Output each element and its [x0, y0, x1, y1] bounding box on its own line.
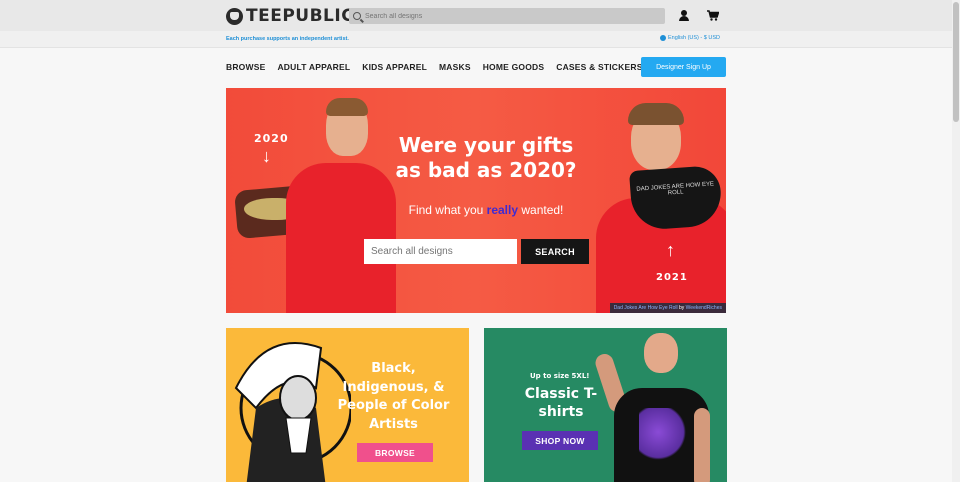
logo[interactable]: TEEPUBLIC	[226, 6, 354, 26]
credit-artist-link[interactable]: WeekendRiches	[686, 305, 722, 311]
page-scrollbar[interactable]	[952, 0, 960, 482]
user-icon[interactable]	[679, 10, 689, 22]
logo-text: TEEPUBLIC	[246, 6, 355, 26]
chief-illustration-image	[234, 342, 351, 482]
bipoc-card-title: Black, Indigenous, & People of Color Art…	[337, 361, 450, 432]
info-bar: Each purchase supports an independent ar…	[0, 31, 952, 48]
size-tag: Up to size 5XL!	[530, 372, 590, 380]
model-arm-right	[694, 408, 710, 482]
label-2020: 2020	[254, 132, 289, 145]
design-credit: Dad Jokes Are How Eye Roll by WeekendRic…	[609, 303, 726, 313]
hero-subtitle-highlight: really	[486, 203, 519, 217]
down-arrow-icon: ↓	[262, 146, 271, 166]
classic-tshirts-card[interactable]: Up to size 5XL! Classic T-shirts SHOP NO…	[484, 328, 727, 482]
up-arrow-icon: ↑	[666, 240, 675, 260]
nav-adult-apparel[interactable]: ADULT APPAREL	[277, 62, 350, 72]
credit-by: by	[677, 305, 686, 311]
bipoc-artists-card[interactable]: Black, Indigenous, & People of Color Art…	[226, 328, 469, 482]
hero-subtitle-prefix: Find what you	[408, 203, 487, 217]
cart-icon[interactable]	[707, 10, 719, 21]
credit-design-link[interactable]: Dad Jokes Are How Eye Roll	[614, 305, 678, 311]
browse-button[interactable]: BROWSE	[357, 443, 433, 462]
designer-signup-button[interactable]: Designer Sign Up	[641, 57, 726, 77]
nav-cases-stickers[interactable]: CASES & STICKERS	[556, 62, 642, 72]
hero-banner: DAD JOKES ARE HOW EYE ROLL 2020 ↓ ↑ 2021…	[226, 88, 726, 313]
nav-home-goods[interactable]: HOME GOODS	[483, 62, 545, 72]
locale-selector[interactable]: English (US) - $ USD	[660, 35, 720, 41]
hero-subtitle: Find what you really wanted!	[386, 203, 586, 217]
search-icon	[353, 12, 361, 20]
globe-icon	[660, 35, 666, 41]
nav-kids-apparel[interactable]: KIDS APPAREL	[362, 62, 427, 72]
hero-search-input[interactable]	[364, 239, 517, 264]
label-2021: 2021	[656, 272, 688, 283]
person-right-hair	[628, 103, 684, 125]
model-head-image	[644, 333, 678, 373]
artist-support-note: Each purchase supports an independent ar…	[226, 36, 349, 42]
nav-browse[interactable]: BROWSE	[226, 62, 265, 72]
search-bar[interactable]	[349, 8, 665, 24]
nav-masks[interactable]: MASKS	[439, 62, 471, 72]
person-left-image	[286, 163, 396, 313]
person-left-hair	[326, 98, 368, 116]
locale-label: English (US) - $ USD	[668, 35, 720, 41]
tshirt-graphic-image	[639, 408, 687, 468]
tshirts-card-title: Classic T-shirts	[524, 386, 598, 420]
hero-title: Were your gifts as bad as 2020?	[395, 133, 577, 182]
main-nav: BROWSE ADULT APPAREL KIDS APPAREL MASKS …	[226, 62, 643, 72]
hero-subtitle-suffix: wanted!	[518, 203, 564, 217]
hero-search-button[interactable]: SEARCH	[521, 239, 589, 264]
shop-now-button[interactable]: SHOP NOW	[522, 431, 598, 450]
search-input[interactable]	[365, 12, 645, 20]
teepublic-logo-icon	[226, 7, 243, 25]
top-header: TEEPUBLIC	[0, 0, 952, 31]
scrollbar-thumb[interactable]	[953, 2, 959, 122]
